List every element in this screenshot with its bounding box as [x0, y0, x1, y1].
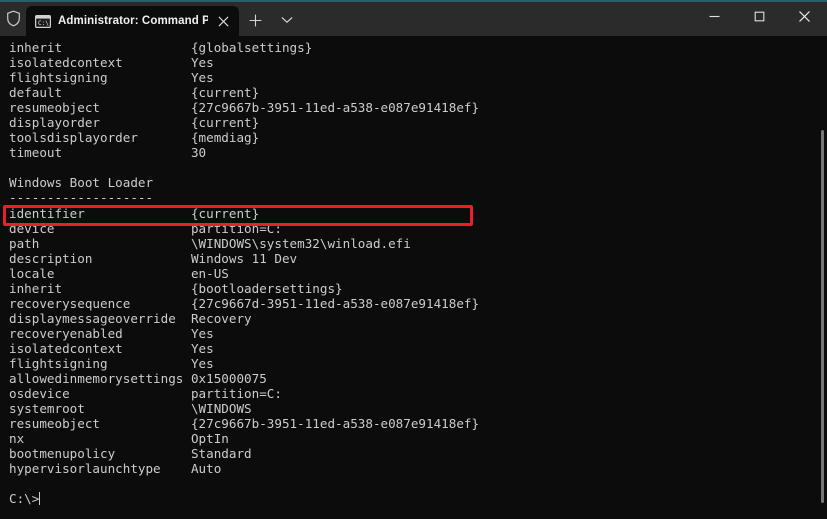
text-cursor [39, 492, 41, 506]
tab-dropdown-button[interactable] [271, 5, 303, 35]
maximize-button[interactable] [737, 0, 782, 32]
console-prompt: C:\> [9, 491, 40, 507]
minimize-button[interactable] [692, 0, 737, 32]
terminal-scrollbar[interactable] [815, 36, 827, 519]
chevron-down-icon [281, 16, 293, 24]
window-controls [692, 0, 827, 36]
maximize-icon [753, 10, 766, 23]
tab-close-icon[interactable] [215, 13, 232, 30]
scrollbar-thumb[interactable] [821, 130, 824, 503]
console-output-text: inherit {globalsettings} isolatedcontext… [9, 40, 480, 477]
shield-icon-button[interactable] [0, 0, 26, 36]
tab-title: Administrator: Command Pro [58, 15, 208, 27]
terminal-window: C:\ Administrator: Command Pro inherit {… [0, 0, 827, 519]
window-accent-edge [0, 0, 827, 2]
shield-icon [6, 10, 21, 27]
close-button[interactable] [782, 0, 827, 32]
close-icon [798, 10, 811, 23]
title-bar: C:\ Administrator: Command Pro [0, 0, 827, 36]
console-output: inherit {globalsettings} isolatedcontext… [9, 40, 479, 506]
new-tab-button[interactable] [239, 5, 271, 35]
minimize-icon [708, 10, 721, 23]
terminal-body[interactable]: inherit {globalsettings} isolatedcontext… [0, 36, 827, 519]
tab-strip: C:\ Administrator: Command Pro [26, 0, 303, 36]
tab-administrator-command-prompt[interactable]: C:\ Administrator: Command Pro [26, 6, 239, 36]
console-icon: C:\ [35, 14, 52, 28]
plus-icon [248, 13, 262, 27]
svg-text:C:\: C:\ [38, 20, 49, 27]
